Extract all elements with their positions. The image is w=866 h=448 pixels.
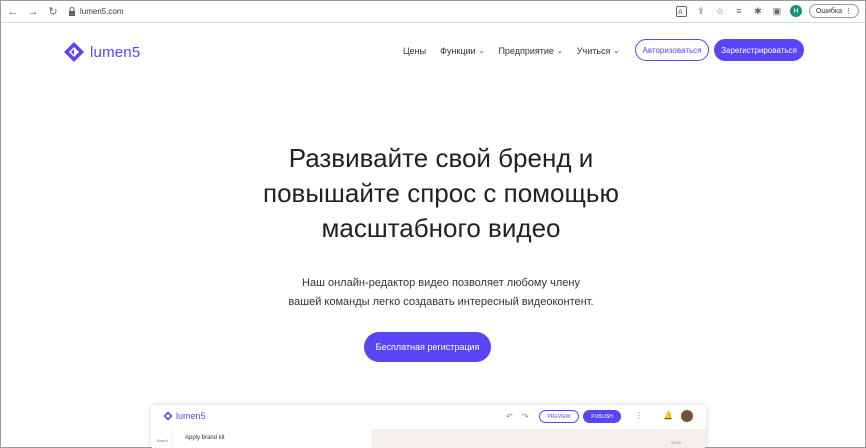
logo-text: lumen5 (90, 43, 141, 61)
bookmark-star-icon[interactable]: ☆ (714, 5, 726, 17)
undo-icon: ↶ (506, 412, 513, 421)
hero-subtitle-line: Наш онлайн-редактор видео позволяет любо… (302, 277, 580, 289)
nav-item-learn[interactable]: Учиться ⌄ (577, 46, 620, 56)
brand-kit-label: Apply brand kit (185, 435, 225, 441)
url-text: lumen5.com (80, 7, 124, 16)
nav-item-label: Учиться (576, 46, 611, 56)
lumen5-logo-icon (163, 411, 173, 421)
nav-item-features[interactable]: Функции ⌄ (440, 46, 484, 56)
sidebar-label: Brand (157, 438, 168, 443)
register-button[interactable]: Зарегистрироваться (714, 39, 804, 61)
nav-item-label: Предприятие (498, 46, 554, 56)
back-icon[interactable]: ← (5, 4, 21, 20)
chevron-down-icon: ⌄ (556, 48, 563, 55)
more-icon: ⋮ (635, 411, 643, 420)
media-control-icon[interactable]: ≡ (733, 5, 745, 17)
more-icon: ⋮ (845, 8, 852, 15)
lock-icon (67, 7, 76, 16)
site-logo[interactable]: lumen5 (63, 41, 140, 63)
publish-button: PUBLISH (583, 410, 621, 423)
preview-button: PREVIEW (539, 410, 579, 423)
hero-subtitle: Наш онлайн-редактор видео позволяет любо… (241, 274, 641, 312)
time-label: 00:05 (671, 440, 682, 445)
free-signup-button[interactable]: Бесплатная регистрация (364, 332, 491, 362)
nav-item-enterprise[interactable]: Предприятие ⌄ (498, 46, 562, 56)
nav-item-pricing[interactable]: Цены (403, 46, 426, 56)
redo-icon: ↷ (522, 412, 529, 421)
lumen5-logo-icon (64, 42, 84, 62)
forward-icon[interactable]: → (25, 4, 41, 20)
main-nav: Цены Функции ⌄ Предприятие ⌄ Учиться ⌄ (403, 46, 633, 56)
avatar (681, 410, 693, 422)
preview-logo-text: lumen5 (176, 411, 206, 421)
hero-title-line: Развивайте свой бренд и (288, 143, 594, 173)
svg-text:A: A (678, 9, 683, 16)
browser-toolbar: ← → ↻ lumen5.com A ⇪ ☆ ≡ ✱ ▣ Н Ошибка ⋮ (1, 1, 865, 23)
address-bar[interactable]: lumen5.com (67, 7, 124, 16)
preview-logo: lumen5 (163, 411, 206, 421)
editor-preview: lumen5 ↶ ↷ PREVIEW PUBLISH ⋮ 🔔 Brand App… (151, 405, 706, 448)
chevron-down-icon: ⌄ (478, 48, 485, 55)
reload-icon[interactable]: ↻ (45, 4, 61, 20)
hero-title: Развивайте свой бренд и повышайте спрос … (201, 141, 681, 246)
hero-subtitle-line: вашей команды легко создавать интересный… (288, 296, 594, 308)
translate-icon[interactable]: A (676, 5, 688, 17)
chevron-down-icon: ⌄ (613, 48, 620, 55)
preview-canvas (371, 429, 706, 448)
hero-title-line: масштабного видео (321, 213, 561, 243)
hero-title-line: повышайте спрос с помощью (263, 178, 619, 208)
error-button[interactable]: Ошибка ⋮ (808, 4, 859, 18)
nav-item-label: Функции (440, 46, 476, 56)
nav-item-label: Цены (403, 46, 427, 56)
profile-avatar[interactable]: Н (789, 5, 802, 17)
extensions-icon[interactable]: ✱ (752, 5, 764, 17)
share-icon[interactable]: ⇪ (695, 5, 707, 17)
notification-icon: 🔔 (663, 411, 673, 420)
login-button[interactable]: Авторизоваться (635, 39, 709, 61)
sidebar-icon[interactable]: ▣ (771, 5, 783, 17)
error-label: Ошибка (815, 7, 842, 15)
